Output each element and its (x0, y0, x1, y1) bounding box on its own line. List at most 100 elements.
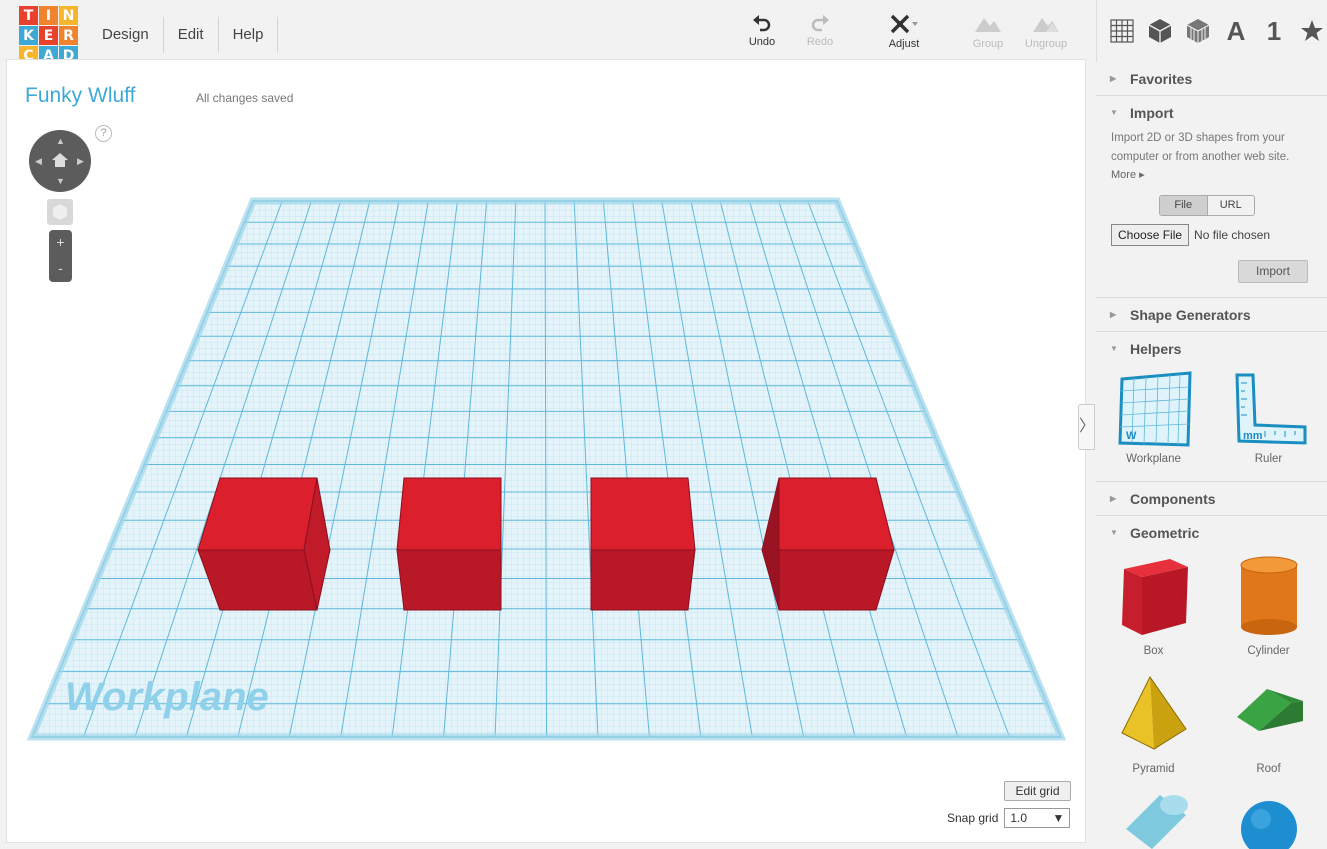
snap-grid-label: Snap grid (947, 811, 999, 825)
top-bar: T I N K E R C A D Design Edit Help Undo … (0, 0, 1327, 65)
helpers-header[interactable]: ▼ Helpers (1096, 332, 1327, 365)
home-icon[interactable] (51, 152, 69, 168)
shape-label: Box (1143, 645, 1164, 657)
more-link[interactable]: More ▸ (1111, 166, 1312, 185)
shape-generators-title: Shape Generators (1130, 306, 1251, 323)
snap-grid-select[interactable]: 1.0 ▼ (1004, 808, 1071, 828)
number-shape-icon[interactable]: 1 (1261, 16, 1287, 46)
collapse-panel-button[interactable]: 〉 (1078, 404, 1095, 450)
group-label: Group (972, 38, 1004, 50)
tube-icon (1125, 795, 1188, 849)
ungroup-label: Ungroup (1024, 38, 1068, 50)
helpers-section: ▼ Helpers W Workplane mm Ruler (1096, 332, 1327, 482)
caret-down-icon: ▼ (1110, 108, 1118, 117)
default-view-cube-icon[interactable] (47, 199, 73, 225)
menu-help[interactable]: Help (219, 17, 279, 53)
text-shape-icon[interactable]: A (1223, 16, 1249, 46)
view-navigation-control[interactable]: ▲ ▼ ◀ ▶ (29, 130, 91, 192)
no-file-label: No file chosen (1194, 227, 1271, 242)
shape-label: Roof (1256, 763, 1281, 775)
tab-file[interactable]: File (1160, 195, 1208, 215)
ungroup-icon (1033, 18, 1059, 32)
arrow-left-icon[interactable]: ◀ (35, 156, 42, 167)
shape-roof[interactable]: Roof (1211, 667, 1326, 785)
shape-cylinder-hole[interactable] (1096, 785, 1211, 849)
shape-box[interactable]: Box (1096, 549, 1211, 667)
choose-file-button[interactable]: Choose File (1111, 223, 1190, 246)
helper-label: Ruler (1254, 453, 1283, 465)
geometric-header[interactable]: ▼ Geometric (1096, 516, 1327, 549)
tinkercad-logo[interactable]: T I N K E R C A D (19, 6, 79, 66)
geometric-section: ▼ Geometric Box Cylinder Pyramid Roof (1096, 516, 1327, 849)
edit-grid-button[interactable]: Edit grid (1004, 781, 1071, 801)
favorites-section: ▶ Favorites (1096, 62, 1327, 96)
save-status: All changes saved (196, 91, 294, 105)
geometric-title: Geometric (1130, 524, 1200, 541)
helpers-title: Helpers (1130, 340, 1182, 357)
box-shape[interactable] (590, 477, 696, 611)
caret-right-icon: ▶ (1110, 310, 1117, 319)
adjust-button[interactable]: Adjust (875, 14, 933, 50)
svg-text:W: W (1126, 430, 1137, 442)
wireframe-cube-icon[interactable] (1185, 16, 1211, 46)
logo-letter: N (59, 6, 78, 25)
help-icon[interactable]: ? (95, 125, 112, 142)
roof-icon (1236, 689, 1303, 731)
undo-label: Undo (748, 36, 776, 48)
group-button[interactable]: Group (959, 14, 1017, 50)
design-title[interactable]: Funky Wluff (25, 84, 135, 108)
favorites-title: Favorites (1130, 70, 1193, 87)
shape-cylinder[interactable]: Cylinder (1211, 549, 1326, 667)
caret-right-icon: ▶ (1110, 494, 1117, 503)
helper-label: Workplane (1126, 453, 1181, 465)
zoom-in-button[interactable]: + (49, 230, 72, 256)
undo-button[interactable]: Undo (733, 14, 791, 48)
logo-letter: I (39, 6, 58, 25)
import-button[interactable]: Import (1238, 260, 1308, 283)
caret-right-icon: ▶ (1110, 74, 1117, 83)
design-canvas[interactable]: Workplane Funky Wluff All changes saved … (6, 59, 1086, 843)
logo-letter: E (39, 26, 58, 45)
shape-generators-section: ▶ Shape Generators (1096, 298, 1327, 332)
zoom-out-button[interactable]: - (49, 256, 72, 282)
shape-sphere[interactable] (1211, 785, 1326, 849)
caret-down-icon: ▼ (1110, 528, 1118, 537)
snap-grid-control: Snap grid 1.0 ▼ (947, 808, 1071, 828)
box-shape[interactable] (396, 477, 502, 611)
arrow-down-icon[interactable]: ▼ (56, 176, 65, 186)
helper-ruler[interactable]: mm Ruler (1211, 365, 1326, 473)
shape-generators-header[interactable]: ▶ Shape Generators (1096, 298, 1327, 331)
star-icon[interactable] (1299, 16, 1325, 46)
tab-url[interactable]: URL (1208, 196, 1255, 215)
chevron-down-icon: ▼ (1052, 811, 1065, 825)
box-shape[interactable] (761, 477, 895, 611)
grid-view-icon[interactable] (1109, 16, 1135, 46)
components-header[interactable]: ▶ Components (1096, 482, 1327, 515)
menu-design[interactable]: Design (88, 17, 164, 53)
arrow-right-icon[interactable]: ▶ (77, 156, 84, 167)
import-header[interactable]: ▼ Import (1096, 96, 1327, 129)
box-shape[interactable] (197, 477, 331, 611)
logo-letter: T (19, 6, 38, 25)
ungroup-button[interactable]: Ungroup (1017, 14, 1075, 50)
arrow-up-icon[interactable]: ▲ (56, 136, 65, 146)
view-toolbar: A 1 (1096, 0, 1325, 62)
adjust-label: Adjust (888, 38, 920, 50)
favorites-header[interactable]: ▶ Favorites (1096, 62, 1327, 95)
ruler-icon: mm (1234, 373, 1306, 445)
caret-down-icon: ▼ (1110, 344, 1118, 353)
zoom-control: + - (49, 230, 72, 282)
box-icon (1121, 559, 1188, 635)
solid-cube-icon[interactable] (1147, 16, 1173, 46)
helper-workplane[interactable]: W Workplane (1096, 365, 1211, 473)
svg-text:mm: mm (1243, 430, 1263, 442)
import-source-toggle: File URL (1159, 194, 1255, 216)
chevron-right-icon: 〉 (1079, 418, 1096, 435)
workplane-label: Workplane (65, 675, 269, 719)
shape-pyramid[interactable]: Pyramid (1096, 667, 1211, 785)
shape-label: Cylinder (1247, 645, 1290, 657)
redo-button[interactable]: Redo (791, 14, 849, 48)
menu-edit[interactable]: Edit (164, 17, 219, 53)
components-section: ▶ Components (1096, 482, 1327, 516)
undo-icon (753, 15, 771, 32)
